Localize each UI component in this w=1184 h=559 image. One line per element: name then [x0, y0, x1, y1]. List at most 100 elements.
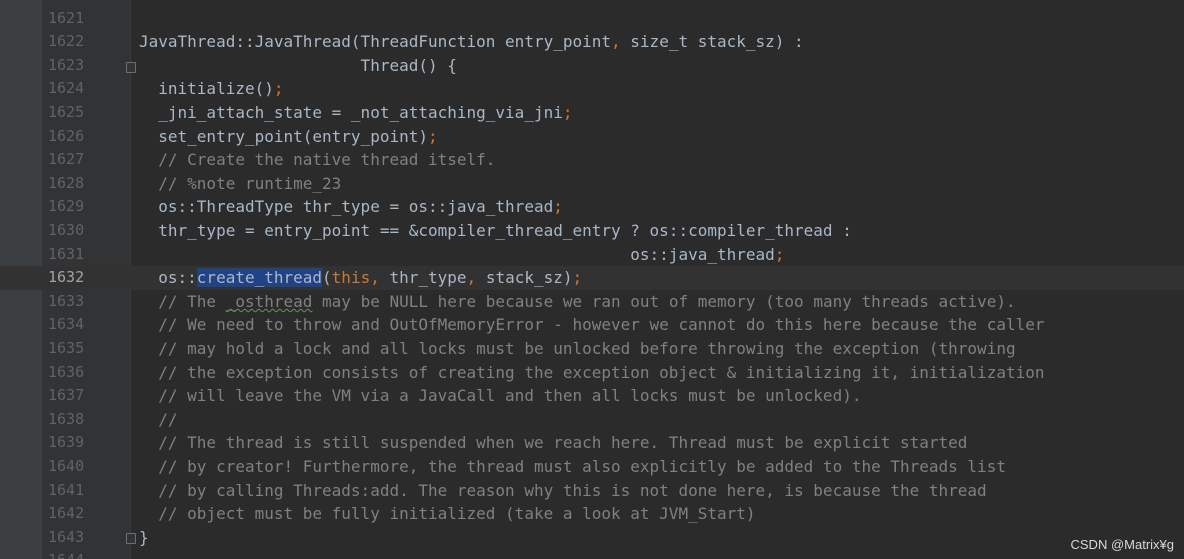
code-line[interactable]: 1641 // by calling Threads:add. The reas… [0, 479, 1184, 503]
code-token: // by creator! Furthermore, the thread m… [139, 457, 1006, 476]
line-number: 1635 [48, 339, 85, 357]
code-token: // will leave the VM via a JavaCall and … [139, 386, 862, 406]
code-line[interactable]: 1623 Thread() { [0, 54, 1184, 78]
code-text[interactable]: // may hold a lock and all locks must be… [139, 337, 1016, 361]
code-token: set_entry_point(entry_point) [139, 126, 428, 146]
code-line[interactable]: 1626 set_entry_point(entry_point); [0, 125, 1184, 149]
code-line[interactable]: 1642 // object must be fully initialized… [0, 502, 1184, 526]
line-number: 1639 [48, 433, 85, 452]
line-number: 1638 [48, 409, 85, 428]
code-line[interactable]: 1624 initialize(); [0, 77, 1184, 101]
line-number: 1636 [48, 362, 85, 381]
code-text[interactable]: os::ThreadType thr_type = os::java_threa… [139, 195, 563, 219]
code-token: os::java_thread [139, 244, 775, 264]
line-number: 1637 [48, 386, 85, 405]
code-line[interactable]: 1635 // may hold a lock and all locks mu… [0, 337, 1184, 361]
code-text[interactable]: _jni_attach_state = _not_attaching_via_j… [139, 101, 572, 125]
code-token: , [611, 32, 621, 52]
code-line[interactable]: 1633 // The _osthread may be NULL here b… [0, 290, 1184, 314]
code-line[interactable]: 1630 thr_type = entry_point == &compiler… [0, 219, 1184, 243]
code-text[interactable]: JavaThread::JavaThread(ThreadFunction en… [139, 30, 804, 54]
code-token: // %note runtime_23 [139, 173, 342, 193]
line-number: 1634 [48, 315, 85, 334]
code-token: // We need to throw and OutOfMemoryError… [139, 315, 1045, 335]
code-token: ; [273, 79, 284, 99]
code-token: size_t stack_sz) : [620, 32, 804, 52]
code-line[interactable]: 1622 JavaThread::JavaThread(ThreadFunctio… [0, 30, 1184, 54]
code-text[interactable]: // %note runtime_23 [139, 172, 341, 196]
code-text[interactable] [139, 0, 158, 7]
code-token: may be NULL here because we ran out of m… [312, 291, 1016, 311]
code-token: // may hold a lock and all locks must be… [139, 339, 1016, 358]
line-number: 1627 [48, 150, 85, 169]
code-line[interactable]: 1639 // The thread is still suspended wh… [0, 431, 1184, 455]
line-number: 1633 [48, 291, 85, 310]
line-number: 1640 [48, 457, 85, 475]
spellcheck-token: _osthread [225, 291, 313, 311]
code-editor[interactable]: 16211622 JavaThread::JavaThread(ThreadFun… [0, 0, 1184, 559]
code-text[interactable]: // will leave the VM via a JavaCall and … [139, 384, 861, 408]
code-text[interactable]: // We need to throw and OutOfMemoryError… [139, 313, 1044, 337]
code-line[interactable]: 1627 // Create the native thread itself. [0, 148, 1184, 172]
code-text[interactable]: // The _osthread may be NULL here becaus… [139, 290, 1016, 314]
code-token: JavaThread::JavaThread(ThreadFunction en… [139, 32, 612, 52]
code-token: thr_type [379, 268, 467, 288]
line-number: 1621 [48, 8, 85, 27]
code-token: // Create the native thread itself. [139, 150, 496, 170]
code-text[interactable]: } [139, 526, 149, 550]
code-line[interactable]: 1644 [0, 549, 1184, 559]
code-token: Thread() { [139, 55, 457, 75]
code-text[interactable]: set_entry_point(entry_point); [139, 125, 438, 149]
code-text[interactable]: Thread() { [139, 54, 457, 78]
code-line[interactable]: 1637 // will leave the VM via a JavaCall… [0, 384, 1184, 408]
line-number: 1624 [48, 79, 85, 98]
code-line[interactable]: 1625 _jni_attach_state = _not_attaching_… [0, 101, 1184, 125]
code-token: ; [427, 126, 438, 146]
code-text[interactable]: initialize(); [139, 77, 284, 101]
code-line[interactable]: 1638 // [0, 408, 1184, 432]
code-token: , [466, 268, 477, 288]
line-number: 1626 [48, 126, 85, 145]
code-text[interactable]: // [139, 408, 177, 432]
fold-open-icon[interactable] [126, 62, 136, 73]
code-line[interactable]: 1636 // the exception consists of creati… [0, 361, 1184, 385]
code-text[interactable]: thr_type = entry_point == &compiler_thre… [139, 219, 852, 243]
code-line[interactable]: 1634 // We need to throw and OutOfMemory… [0, 313, 1184, 337]
code-line[interactable]: 1631 os::java_thread; [0, 243, 1184, 267]
code-line[interactable]: 1628 // %note runtime_23 [0, 172, 1184, 196]
code-text[interactable]: // the exception consists of creating th… [139, 361, 1044, 385]
code-text[interactable]: // Create the native thread itself. [139, 148, 495, 172]
code-line[interactable]: 1629 os::ThreadType thr_type = os::java_… [0, 195, 1184, 219]
line-number: 1623 [48, 55, 85, 74]
line-number: 1628 [48, 173, 85, 192]
watermark: CSDN @Matrix¥g [1070, 537, 1175, 552]
code-line[interactable]: 1621 [0, 7, 1184, 31]
code-text[interactable]: // The thread is still suspended when we… [139, 431, 967, 455]
line-number: 1630 [48, 221, 85, 239]
code-token: ; [553, 197, 563, 217]
code-token: // object must be fully initialized (tak… [139, 504, 756, 524]
code-text[interactable]: // object must be fully initialized (tak… [139, 502, 756, 526]
line-number: 1644 [48, 549, 92, 559]
code-token: } [139, 527, 149, 547]
code-token: ; [774, 244, 785, 264]
code-token: _jni_attach_state = _not_attaching_via_j… [139, 103, 563, 122]
code-text[interactable]: // by creator! Furthermore, the thread m… [139, 455, 1006, 479]
code-token: // The [139, 291, 226, 311]
fold-close-icon[interactable] [126, 533, 136, 544]
code-token: os:: [139, 268, 197, 288]
code-line[interactable] [0, 0, 1184, 7]
code-token: thr_type = entry_point == &compiler_thre… [139, 221, 852, 240]
selected-token: create_thread [196, 268, 323, 288]
code-line[interactable]: 1640 // by creator! Furthermore, the thr… [0, 455, 1184, 479]
current-code-line[interactable]: 1632 os::create_thread(this, thr_type, s… [0, 266, 1184, 290]
code-line[interactable]: 1643} [0, 526, 1184, 550]
code-text[interactable]: os::create_thread(this, thr_type, stack_… [139, 266, 582, 290]
code-text[interactable]: os::java_thread; [139, 243, 784, 267]
code-token: // The thread is still suspended when we… [139, 433, 968, 453]
code-token: ; [562, 103, 573, 122]
code-text[interactable]: // by calling Threads:add. The reason wh… [139, 479, 986, 503]
code-token: stack_sz) [476, 268, 573, 288]
line-number: 1642 [48, 504, 85, 523]
line-number: 1641 [48, 480, 85, 499]
